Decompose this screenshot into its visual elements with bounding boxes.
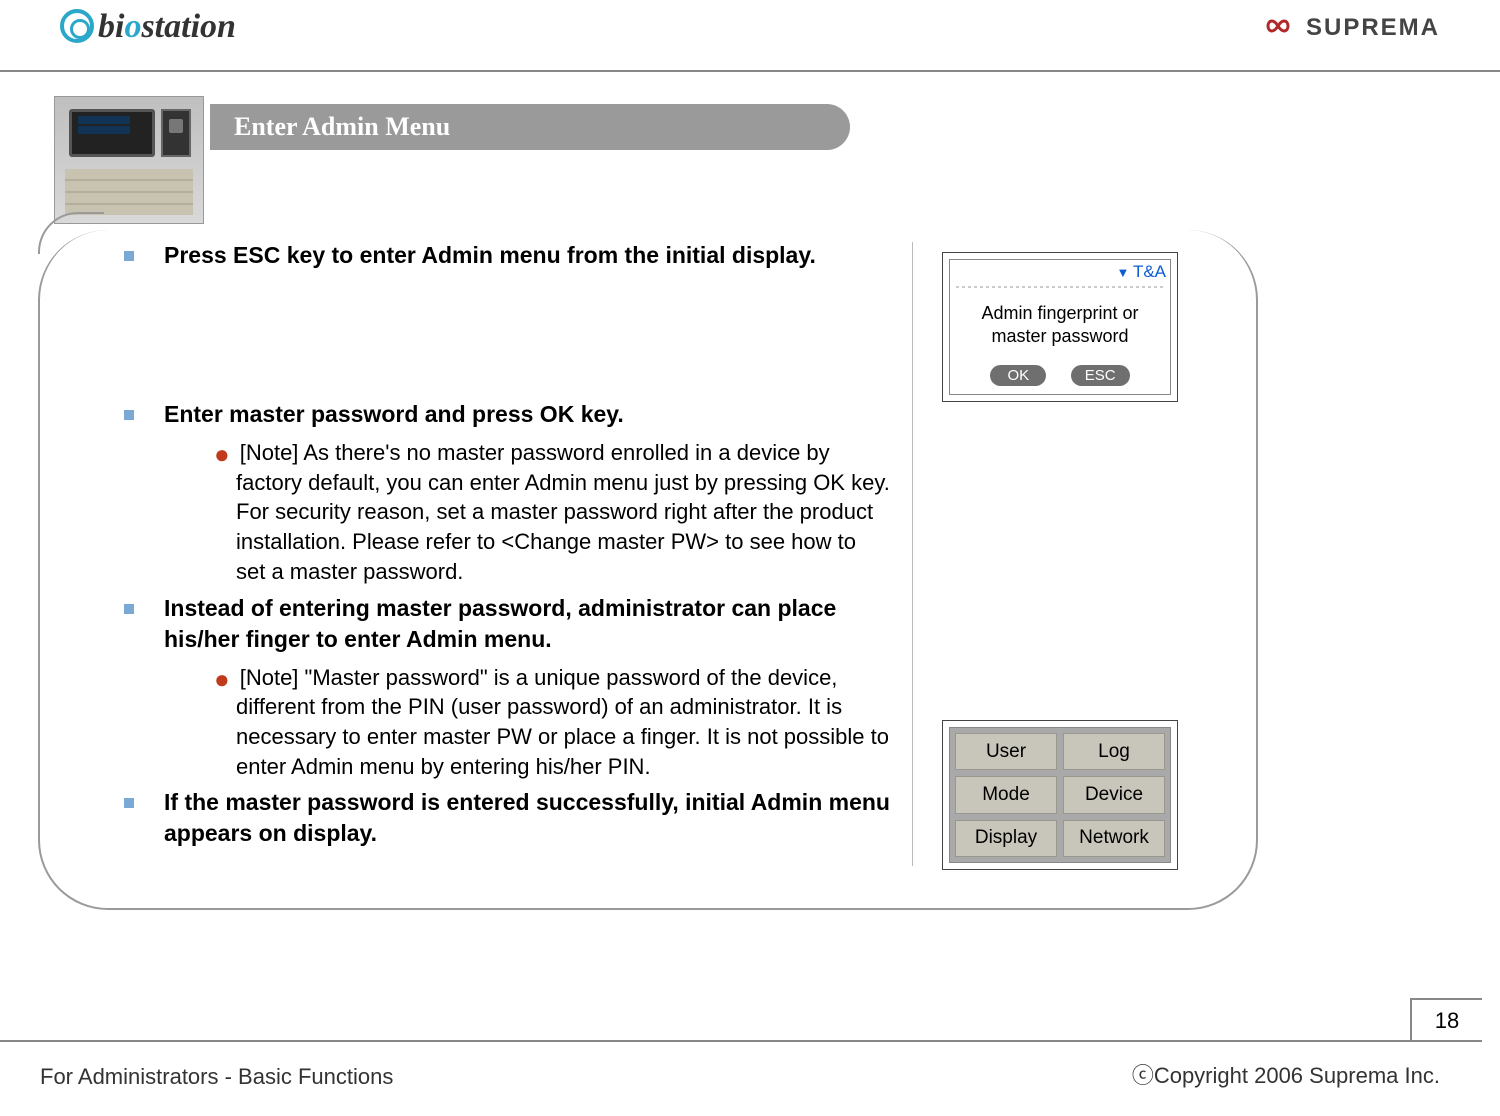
device-screen-admin-inner: User Log Mode Device Display Network <box>949 727 1171 863</box>
footer: 18 For Administrators - Basic Functions … <box>0 1002 1500 1116</box>
suprema-logo: SUPREMA <box>1258 14 1440 44</box>
menu-user[interactable]: User <box>955 733 1057 770</box>
footer-left-text: For Administrators - Basic Functions <box>40 1064 393 1090</box>
ta-label: T&A <box>1133 262 1166 281</box>
slide-page: biostation SUPREMA Enter Admin Menu Pres… <box>0 0 1500 1116</box>
footer-right-text: ⓒCopyright 2006 Suprema Inc. <box>1132 1058 1440 1090</box>
bullet-3-text: Instead of entering master password, adm… <box>164 595 836 652</box>
vertical-divider <box>912 242 913 866</box>
bullet-3-note-text: [Note] "Master password" is a unique pas… <box>236 665 889 779</box>
footer-rule <box>0 1040 1482 1042</box>
menu-display[interactable]: Display <box>955 820 1057 857</box>
device-screen-login: ▼ T&A Admin fingerprint or master passwo… <box>942 252 1178 402</box>
bullet-1-text: Press ESC key to enter Admin menu from t… <box>164 242 816 268</box>
bullet-4-text: If the master password is entered succes… <box>164 789 890 846</box>
square-bullet-icon <box>124 410 134 420</box>
bullet-2-text: Enter master password and press OK key. <box>164 401 624 427</box>
menu-network[interactable]: Network <box>1063 820 1165 857</box>
infinity-icon <box>1258 15 1298 44</box>
logo-text-accent: o <box>124 8 141 45</box>
login-message-line2: master password <box>991 326 1128 346</box>
admin-menu-grid: User Log Mode Device Display Network <box>952 730 1168 860</box>
logo-text-pre: bi <box>98 8 124 45</box>
esc-button[interactable]: ESC <box>1071 365 1130 386</box>
bullet-4: If the master password is entered succes… <box>100 787 890 849</box>
bullet-2-note: ●[Note] As there's no master password en… <box>100 438 890 586</box>
page-number: 18 <box>1410 998 1482 1042</box>
triangle-down-icon: ▼ <box>1116 265 1132 280</box>
thumb-keypad-icon <box>65 169 193 215</box>
square-bullet-icon <box>124 798 134 808</box>
menu-mode[interactable]: Mode <box>955 776 1057 813</box>
slide-title: Enter Admin Menu <box>210 104 850 150</box>
screen-separator <box>956 286 1164 288</box>
device-screen-admin-menu: User Log Mode Device Display Network <box>942 720 1178 870</box>
spacer <box>100 279 890 399</box>
suprema-text: SUPREMA <box>1306 14 1440 41</box>
thumb-screen-icon <box>69 109 155 157</box>
logo-text-post: station <box>141 8 235 45</box>
content-body: Press ESC key to enter Admin menu from t… <box>100 240 890 857</box>
bullet-3: Instead of entering master password, adm… <box>100 593 890 655</box>
bullet-3-note: ●[Note] "Master password" is a unique pa… <box>100 663 890 782</box>
bullet-1: Press ESC key to enter Admin menu from t… <box>100 240 890 271</box>
menu-device[interactable]: Device <box>1063 776 1165 813</box>
ta-indicator: ▼ T&A <box>1116 262 1166 282</box>
biostation-swirl-icon <box>60 9 94 43</box>
device-thumbnail <box>54 96 204 224</box>
square-bullet-icon <box>124 251 134 261</box>
bullet-2-note-text: [Note] As there's no master password enr… <box>236 440 890 584</box>
login-message: Admin fingerprint or master password <box>950 302 1170 347</box>
login-message-line1: Admin fingerprint or <box>981 303 1138 323</box>
login-buttons: OK ESC <box>950 365 1170 386</box>
square-bullet-icon <box>124 604 134 614</box>
header-bar: biostation SUPREMA <box>0 0 1500 72</box>
biostation-logo: biostation <box>60 8 236 46</box>
dot-bullet-icon: ● <box>214 664 230 694</box>
thumb-sensor-icon <box>161 109 191 157</box>
bullet-2: Enter master password and press OK key. <box>100 399 890 430</box>
ok-button[interactable]: OK <box>990 365 1046 386</box>
menu-log[interactable]: Log <box>1063 733 1165 770</box>
dot-bullet-icon: ● <box>214 439 230 469</box>
device-screen-login-inner: ▼ T&A Admin fingerprint or master passwo… <box>949 259 1171 395</box>
